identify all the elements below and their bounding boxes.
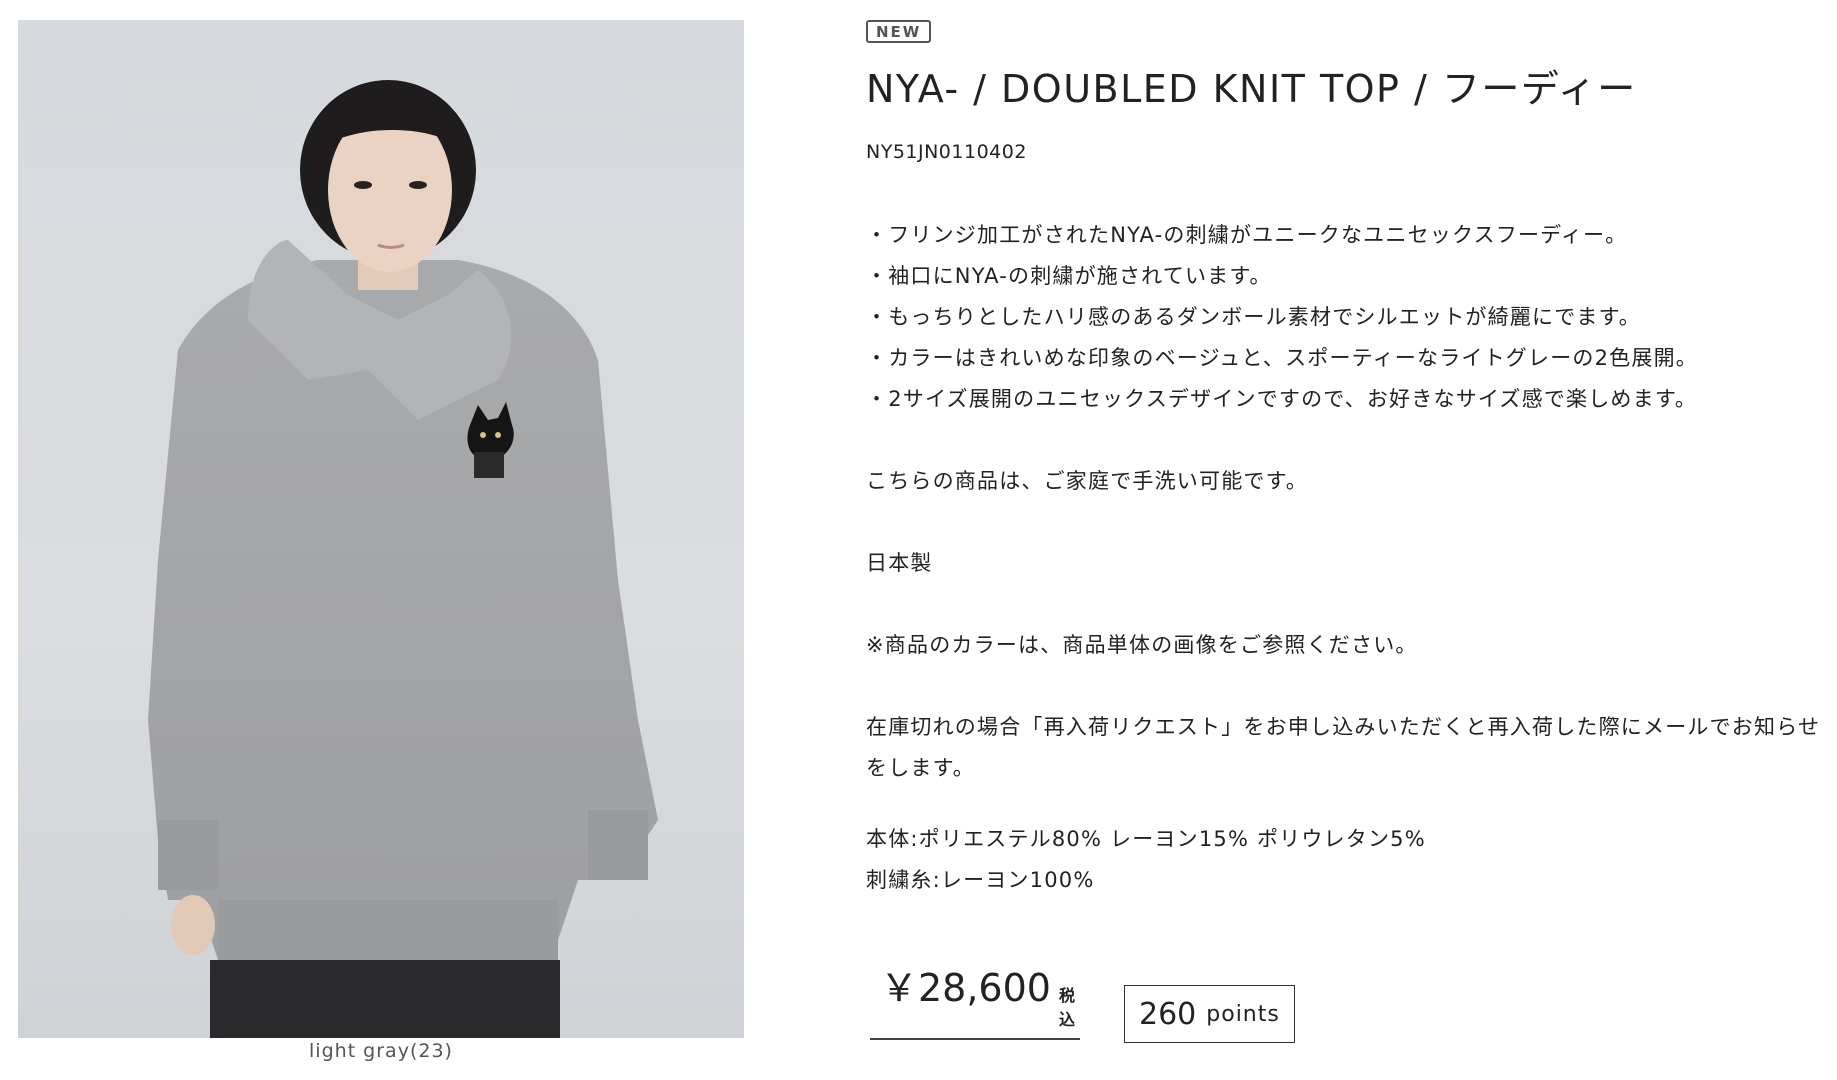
points-unit: points xyxy=(1206,1001,1280,1027)
points-value: 260 xyxy=(1139,996,1197,1032)
points-box: 260 points xyxy=(1124,985,1295,1043)
model-photo-illustration xyxy=(148,80,658,1038)
price-amount: ￥28,600 xyxy=(880,966,1051,1010)
product-page: light gray(23) NEW NYA- / DOUBLED KNIT T… xyxy=(0,0,1837,1080)
left-cuff xyxy=(158,820,218,890)
price: ￥28,600 税込 xyxy=(870,957,1080,1040)
hoodie-hem xyxy=(218,900,558,960)
material-line: 刺繍糸:レーヨン100% xyxy=(866,868,1095,892)
new-badge: NEW xyxy=(866,20,932,43)
product-title: NYA- / DOUBLED KNIT TOP / フーディー xyxy=(866,67,1637,111)
left-eye xyxy=(354,181,372,189)
pants-shape xyxy=(210,960,560,1038)
feature-item: ・フリンジ加工がされたNYA-の刺繍がユニークなユニセックスフーディー。 xyxy=(866,223,1628,247)
care-note: こちらの商品は、ご家庭で手洗い可能です。 xyxy=(866,469,1308,493)
product-sku: NY51JN0110402 xyxy=(866,141,1027,163)
material-line: 本体:ポリエステル80% レーヨン15% ポリウレタン5% xyxy=(866,827,1426,851)
feature-item: ・2サイズ展開のユニセックスデザインですので、お好きなサイズ感で楽しめます。 xyxy=(866,387,1698,411)
price-tax-label: 税込 xyxy=(1058,986,1075,1029)
right-eye xyxy=(409,181,427,189)
image-caption: light gray(23) xyxy=(309,1040,453,1062)
feature-item: ・カラーはきれいめな印象のベージュと、スポーティーなライトグレーの2色展開。 xyxy=(866,346,1698,370)
hand-shape xyxy=(171,895,215,955)
origin-label: 日本製 xyxy=(866,551,933,575)
feature-item: ・袖口にNYA-の刺繍が施されています。 xyxy=(866,264,1272,288)
price-row: ￥28,600 税込 260 points xyxy=(870,966,1295,1043)
product-image[interactable] xyxy=(18,20,744,1038)
product-info: NEW NYA- / DOUBLED KNIT TOP / フーディー NY51… xyxy=(866,20,1826,901)
materials: 本体:ポリエステル80% レーヨン15% ポリウレタン5% 刺繍糸:レーヨン10… xyxy=(866,819,1826,901)
feature-item: ・もっちりとしたハリ感のあるダンボール素材でシルエットが綺麗にでます。 xyxy=(866,305,1641,329)
feature-list: ・フリンジ加工がされたNYA-の刺繍がユニークなユニセックスフーディー。 ・袖口… xyxy=(866,215,1826,420)
color-note: ※商品のカラーは、商品単体の画像をご参照ください。 xyxy=(866,633,1418,657)
right-cuff xyxy=(588,810,648,880)
restock-note: 在庫切れの場合「再入荷リクエスト」をお申し込みいただくと再入荷した際にメールでお… xyxy=(866,715,1821,780)
